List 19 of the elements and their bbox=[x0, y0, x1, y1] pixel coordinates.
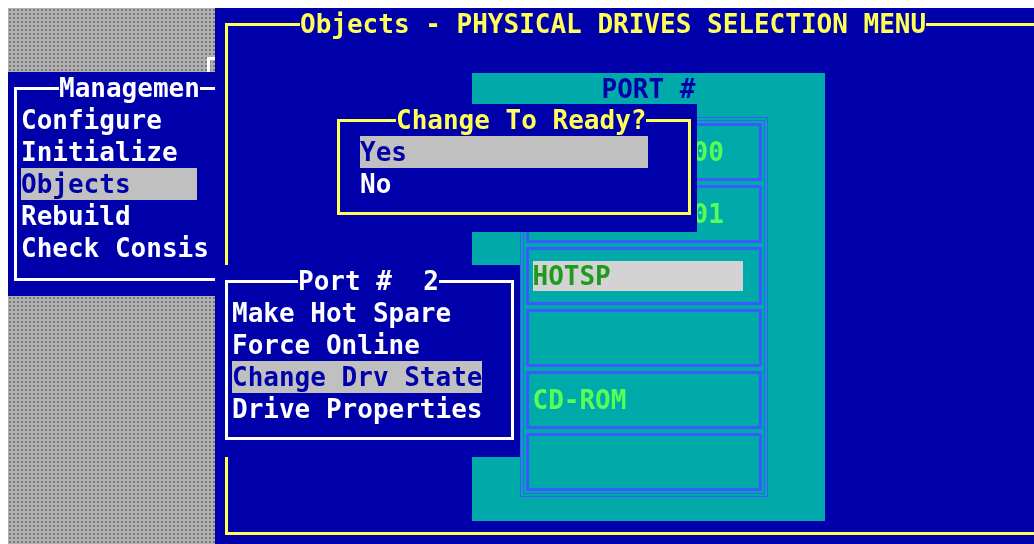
menu-item[interactable]: Change Drv State bbox=[232, 361, 483, 393]
dialog-option[interactable]: Yes bbox=[360, 136, 648, 168]
menu-item[interactable]: Check Consis bbox=[21, 232, 209, 264]
drive-status: HOTSP bbox=[532, 261, 743, 291]
menu-item[interactable]: Initialize bbox=[21, 136, 197, 168]
dialog-title: Change To Ready? bbox=[396, 104, 647, 136]
menu-title: Port # 2 bbox=[298, 265, 439, 297]
drive-slot[interactable] bbox=[525, 309, 762, 367]
drive-status: CD-ROM bbox=[532, 385, 627, 415]
menu-item[interactable]: Configure bbox=[21, 104, 197, 136]
menu-item[interactable]: Objects bbox=[21, 168, 197, 200]
menu-item[interactable]: Make Hot Spare bbox=[232, 297, 452, 329]
menu-item[interactable]: Rebuild bbox=[21, 200, 197, 232]
menu-item[interactable]: Drive Properties bbox=[232, 393, 483, 425]
window-title: Objects - PHYSICAL DRIVES SELECTION MENU bbox=[300, 8, 927, 40]
column-header: PORT # bbox=[601, 73, 696, 105]
menu-title: Managemen bbox=[59, 72, 200, 104]
drive-slot[interactable] bbox=[525, 433, 762, 491]
menu-item[interactable]: Force Online bbox=[232, 329, 420, 361]
